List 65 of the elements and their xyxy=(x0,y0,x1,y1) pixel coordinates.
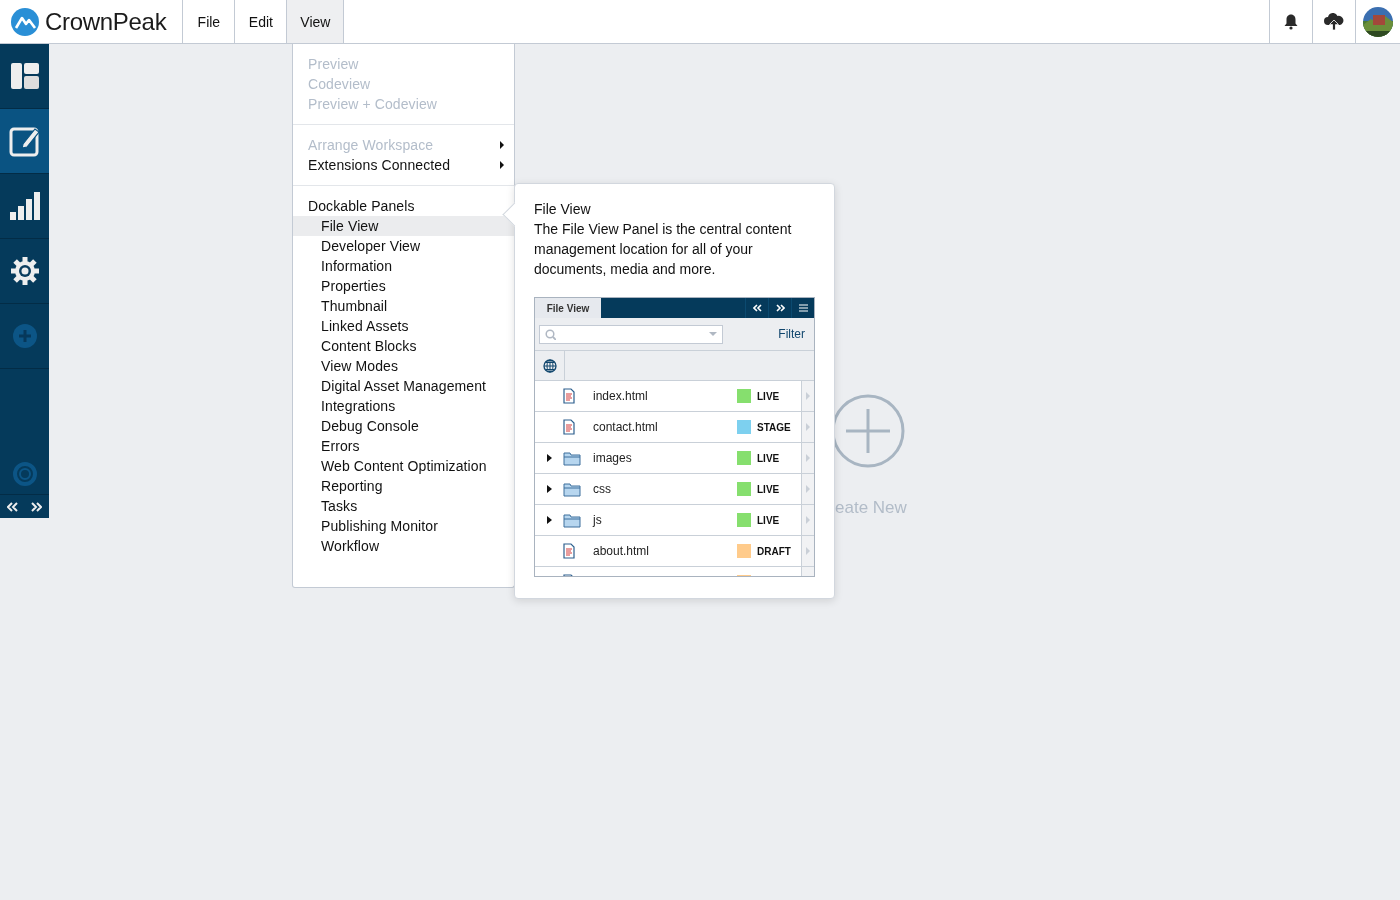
file-name[interactable]: index.html xyxy=(593,389,648,403)
status-label: LIVE xyxy=(757,452,780,464)
menu-item[interactable]: Properties xyxy=(293,276,514,296)
expand-caret-icon xyxy=(546,485,552,493)
expand-icon xyxy=(775,304,785,312)
row-arrow-icon xyxy=(806,516,810,524)
menu-item[interactable]: Debug Console xyxy=(293,416,514,436)
panel-tab[interactable]: File View xyxy=(535,298,601,318)
status-label: LIVE xyxy=(757,514,780,526)
document-icon xyxy=(563,543,575,559)
bell-icon xyxy=(1283,13,1299,30)
status-label: LIVE xyxy=(757,483,780,495)
search-icon xyxy=(545,328,556,340)
collapse-icon xyxy=(752,304,762,312)
globe-icon xyxy=(542,358,557,373)
lifebuoy-icon xyxy=(12,462,37,486)
menu-icon xyxy=(798,304,808,312)
row-arrow-icon xyxy=(806,547,810,555)
expand-caret-icon xyxy=(546,454,552,462)
folder-icon xyxy=(563,512,581,528)
expand-icon xyxy=(31,501,43,512)
file-name[interactable]: contact.html xyxy=(593,420,658,434)
menu-button[interactable]: View xyxy=(287,0,345,43)
search-field[interactable] xyxy=(539,324,723,344)
status-label: STAGE xyxy=(757,421,791,433)
menu-item[interactable]: Digital Asset Management xyxy=(293,376,514,396)
row-arrow-icon xyxy=(806,423,810,431)
menu-item[interactable]: Workflow xyxy=(293,536,514,556)
menu-item[interactable]: Extensions Connected xyxy=(293,155,514,175)
row-arrow-icon xyxy=(806,454,810,462)
menu-item[interactable]: Thumbnail xyxy=(293,296,514,316)
status-label: DRAFT xyxy=(757,545,791,557)
menu-item[interactable]: File View xyxy=(293,216,514,236)
menu-item[interactable]: Dockable Panels xyxy=(293,196,514,216)
row-arrow-icon xyxy=(806,392,810,400)
status-label: LIVE xyxy=(757,390,780,402)
upload-cloud-icon xyxy=(1324,12,1344,31)
file-name[interactable]: about.html xyxy=(593,544,650,558)
logo-icon xyxy=(11,7,39,36)
brand-name: CrownPeak xyxy=(45,7,167,36)
file-name[interactable]: js xyxy=(593,513,602,527)
expand-caret-icon xyxy=(546,516,552,524)
row-arrow-icon xyxy=(806,485,810,493)
menu-item[interactable]: Content Blocks xyxy=(293,336,514,356)
menu-item[interactable]: Errors xyxy=(293,436,514,456)
folder-icon xyxy=(563,450,581,466)
popover-description: The File View Panel is the central content management location for all of your documents, media and more. xyxy=(534,220,793,279)
filter-link[interactable]: Filter xyxy=(778,327,805,341)
popover-title: File View xyxy=(534,200,592,219)
menu-item[interactable]: View Modes xyxy=(293,356,514,376)
menu-item[interactable]: Linked Assets xyxy=(293,316,514,336)
document-icon xyxy=(563,388,575,404)
file-name[interactable]: images xyxy=(593,451,632,465)
dropdown-caret-icon xyxy=(709,332,717,336)
menu-item[interactable]: Developer View xyxy=(293,236,514,256)
folder-icon xyxy=(563,481,581,497)
collapse-icon xyxy=(6,501,18,512)
menu-item[interactable]: Reporting xyxy=(293,476,514,496)
menu-item[interactable]: Information xyxy=(293,256,514,276)
menu-item[interactable]: Tasks xyxy=(293,496,514,516)
file-name[interactable]: css xyxy=(593,482,611,496)
menu-item[interactable]: Integrations xyxy=(293,396,514,416)
menu-item[interactable]: Publishing Monitor xyxy=(293,516,514,536)
document-icon xyxy=(563,419,575,435)
menu-item[interactable]: Web Content Optimization xyxy=(293,456,514,476)
